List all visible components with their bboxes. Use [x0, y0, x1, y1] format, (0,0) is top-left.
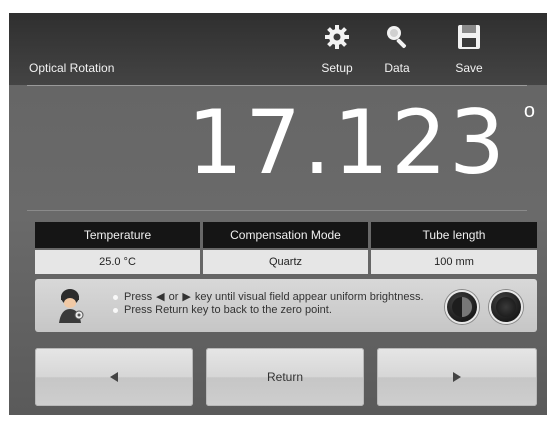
help-line-2-text: Press Return key to back to the zero poi…: [124, 304, 332, 316]
degree-unit: o: [523, 100, 535, 122]
left-arrow-glyph: ◀: [156, 291, 165, 303]
compensation-mode-cell: Compensation Mode Quartz: [203, 222, 368, 276]
right-arrow-icon: [453, 372, 461, 382]
setup-button[interactable]: Setup: [307, 23, 367, 75]
gear-icon: [323, 23, 351, 51]
operator-icon: [57, 285, 87, 325]
magnifier-icon: [383, 23, 411, 51]
header-divider: [27, 85, 527, 86]
save-label: Save: [455, 61, 483, 75]
return-label: Return: [266, 370, 304, 384]
save-button[interactable]: Save: [439, 23, 499, 75]
tube-length-header: Tube length: [371, 222, 537, 248]
uniform-field-icon: [489, 290, 523, 324]
tube-length-cell: Tube length 100 mm: [371, 222, 537, 276]
help-line-1: Press ◀ or ▶ key until visual field appe…: [113, 291, 424, 304]
floppy-disk-icon: [455, 23, 483, 51]
return-button[interactable]: Return: [206, 348, 364, 406]
compensation-mode-header: Compensation Mode: [203, 222, 368, 248]
help-panel: Press ◀ or ▶ key until visual field appe…: [35, 279, 537, 332]
help-text: Press ◀ or ▶ key until visual field appe…: [113, 291, 424, 317]
rotation-reading: 17.123: [187, 91, 507, 194]
data-label: Data: [384, 61, 410, 75]
help-line-2: Press Return key to back to the zero poi…: [113, 304, 424, 317]
instrument-screen: Optical Rotation Setup Data Save 17.123 …: [9, 13, 547, 415]
setup-label: Setup: [321, 61, 353, 75]
left-button[interactable]: [35, 348, 193, 406]
reading-divider: [27, 210, 527, 211]
bullet: [113, 308, 118, 313]
temperature-value: 25.0 °C: [35, 250, 200, 274]
compensation-mode-value: Quartz: [203, 250, 368, 274]
right-arrow-glyph: ▶: [182, 291, 191, 303]
top-bar: Optical Rotation Setup Data Save: [9, 13, 547, 85]
tube-length-value: 100 mm: [371, 250, 537, 274]
data-button[interactable]: Data: [367, 23, 427, 75]
temperature-header: Temperature: [35, 222, 200, 248]
help-line-1-or: or: [168, 291, 179, 303]
half-dark-field-icon: [445, 290, 479, 324]
right-button[interactable]: [377, 348, 537, 406]
page-title: Optical Rotation: [29, 61, 115, 75]
temperature-cell: Temperature 25.0 °C: [35, 222, 200, 276]
left-arrow-icon: [110, 372, 118, 382]
help-line-1-prefix: Press: [124, 291, 153, 303]
help-line-1-suffix: key until visual field appear uniform br…: [194, 291, 424, 303]
bullet: [113, 295, 118, 300]
